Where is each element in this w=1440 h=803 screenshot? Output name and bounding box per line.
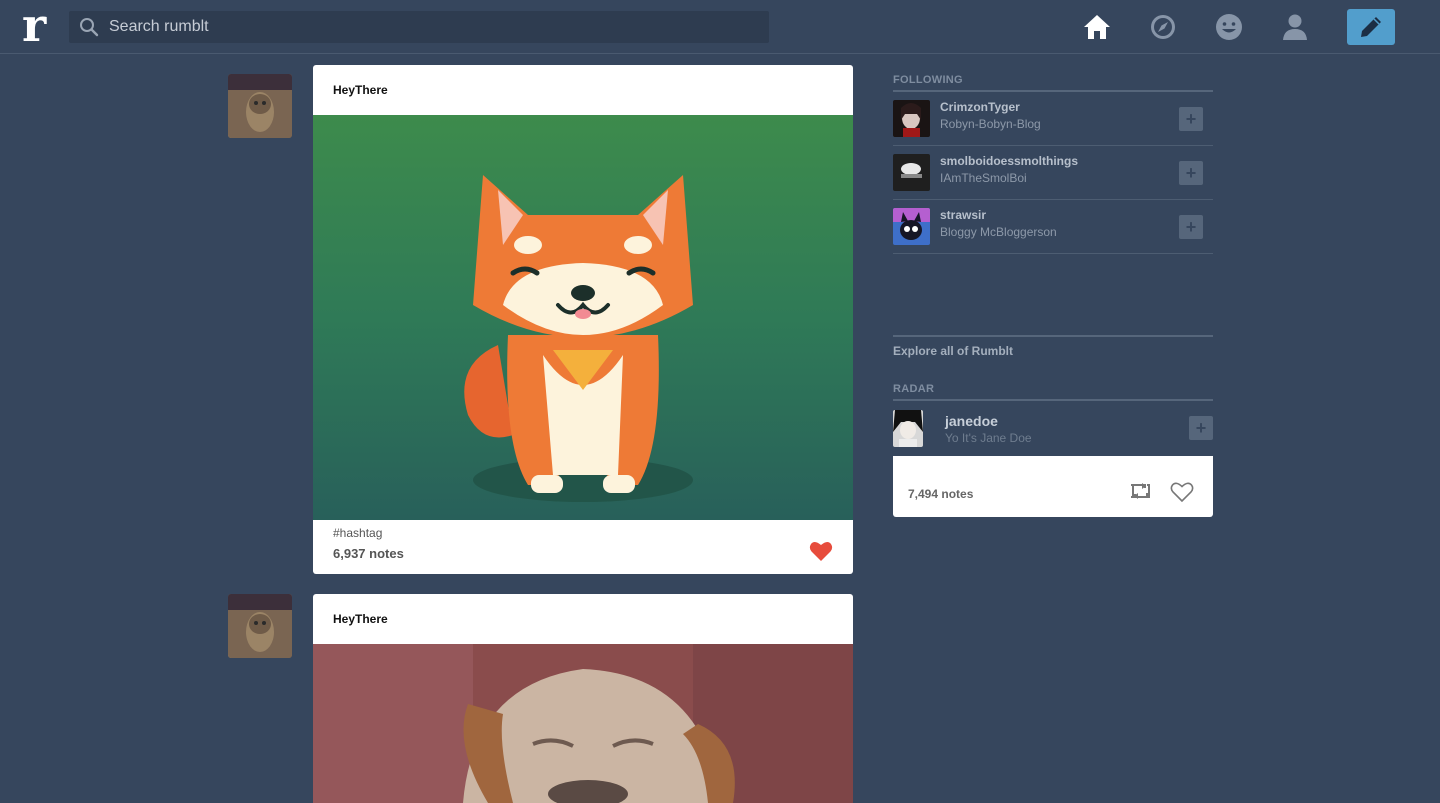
blog-name[interactable]: smolboidoessmolthings xyxy=(940,154,1078,168)
blog-name[interactable]: janedoe xyxy=(945,413,998,429)
home-icon[interactable] xyxy=(1082,12,1112,42)
post-image-dog-photo[interactable] xyxy=(313,644,853,803)
radar-blog-item[interactable]: janedoe Yo It's Jane Doe + xyxy=(893,401,1213,456)
like-heart-icon[interactable] xyxy=(809,540,833,562)
post-card: HeyThere xyxy=(313,594,853,803)
post-author-avatar[interactable] xyxy=(228,594,292,658)
post-card: HeyThere xyxy=(313,65,853,574)
radar-section-title: RADAR xyxy=(893,383,1213,401)
blog-title: IAmTheSmolBoi xyxy=(940,171,1027,185)
compose-post-button[interactable] xyxy=(1347,9,1395,45)
post-username[interactable]: HeyThere xyxy=(313,594,853,644)
radar-notes-count[interactable]: 7,494 notes xyxy=(908,487,973,501)
post-notes-count[interactable]: 6,937 notes xyxy=(333,546,404,561)
reblog-icon[interactable] xyxy=(1129,481,1151,501)
following-item[interactable]: CrimzonTyger Robyn-Bobyn-Blog + xyxy=(893,92,1213,146)
following-item[interactable]: strawsir Bloggy McBloggerson + xyxy=(893,200,1213,254)
smiley-icon[interactable] xyxy=(1214,12,1244,42)
follow-plus-button[interactable]: + xyxy=(1179,215,1203,239)
blog-avatar[interactable] xyxy=(893,410,923,447)
follow-plus-button[interactable]: + xyxy=(1179,161,1203,185)
blog-title: Yo It's Jane Doe xyxy=(945,431,1032,445)
following-item[interactable]: smolboidoessmolthings IAmTheSmolBoi + xyxy=(893,146,1213,200)
blog-name[interactable]: strawsir xyxy=(940,208,986,222)
blog-avatar[interactable] xyxy=(893,100,930,137)
like-heart-outline-icon[interactable] xyxy=(1170,481,1194,503)
following-section-title: FOLLOWING xyxy=(893,74,1213,92)
explore-all-link[interactable]: Explore all of Rumblt xyxy=(893,335,1213,358)
explore-compass-icon[interactable] xyxy=(1148,12,1178,42)
pencil-icon xyxy=(1361,17,1381,37)
blog-avatar[interactable] xyxy=(893,208,930,245)
post-hashtag[interactable]: #hashtag xyxy=(333,526,382,540)
search-input[interactable]: Search rumblt xyxy=(109,18,209,36)
blog-name[interactable]: CrimzonTyger xyxy=(940,100,1020,114)
follow-plus-button[interactable]: + xyxy=(1179,107,1203,131)
post-image-shiba[interactable] xyxy=(313,115,853,520)
rumblt-logo[interactable]: r xyxy=(22,2,58,48)
follow-plus-button[interactable]: + xyxy=(1189,416,1213,440)
top-navigation-bar: r Search rumblt xyxy=(0,0,1440,54)
post-username[interactable]: HeyThere xyxy=(313,65,853,115)
blog-title: Bloggy McBloggerson xyxy=(940,225,1057,239)
blog-title: Robyn-Bobyn-Blog xyxy=(940,117,1041,131)
search-icon xyxy=(80,18,99,37)
post-author-avatar[interactable] xyxy=(228,74,292,138)
account-person-icon[interactable] xyxy=(1280,12,1310,42)
search-bar[interactable]: Search rumblt xyxy=(69,11,769,43)
blog-avatar[interactable] xyxy=(893,154,930,191)
radar-post-card: 7,494 notes xyxy=(893,456,1213,517)
